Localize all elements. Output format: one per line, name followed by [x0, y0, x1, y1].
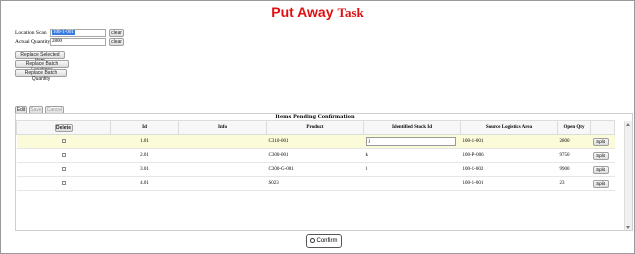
cell-info [178, 162, 267, 177]
row-checkbox-cell [16, 162, 111, 177]
actual-quantity-input[interactable]: 2800 [50, 38, 106, 46]
cell-product: S023 [266, 176, 364, 191]
grid-scrollbar[interactable] [624, 121, 632, 230]
cell-stock-id[interactable] [363, 176, 461, 191]
col-header-open-qty: Open Qty [557, 120, 591, 135]
page-title: Put Away Task [0, 4, 635, 22]
confirm-circle-icon [310, 237, 316, 243]
replace-batch-quantity-button[interactable]: Replace Batch Quantity [15, 69, 67, 82]
split-button[interactable]: Split [592, 151, 609, 160]
stock-id-input[interactable]: j [365, 137, 456, 146]
col-header-source-area: Source Logistics Area [460, 120, 558, 135]
cell-id: 3.01 [110, 162, 179, 177]
cell-source-area: 100-1-001 [460, 176, 558, 191]
actual-quantity-label: Actual Quantity [15, 39, 51, 45]
cell-info [178, 176, 267, 191]
cell-split: Split [590, 148, 615, 163]
replace-batch-locations-button[interactable]: Replace Batch Locations [15, 60, 69, 73]
cell-open-qty: 23 [557, 176, 591, 191]
confirm-label: Confirm [316, 238, 338, 244]
row-checkbox[interactable] [61, 166, 66, 171]
table-row[interactable]: 2.01 C300-001 k 100-P-006 9750 Split [16, 148, 615, 163]
split-button[interactable]: Split [592, 137, 609, 146]
cell-product: C300-001 [266, 148, 364, 163]
split-button[interactable]: Split [592, 179, 609, 188]
col-header-info: Info [178, 120, 267, 135]
table-row[interactable]: 3.01 C300-G-001 l 100-1-002 9900 Split [16, 162, 615, 177]
row-checkbox-cell [16, 134, 111, 149]
delete-header: Delete [16, 120, 111, 135]
col-header-split [590, 120, 615, 135]
cell-open-qty: 9900 [557, 162, 591, 177]
col-header-product: Product [266, 120, 364, 135]
cell-stock-id: j [363, 134, 461, 149]
cell-source-area: 100-1-002 [460, 162, 558, 177]
cell-source-area: 100-P-006 [460, 148, 558, 163]
cell-info [178, 134, 267, 149]
cell-open-qty: 2800 [557, 134, 591, 149]
cell-info [178, 148, 267, 163]
location-scan-label: Location Scan [15, 30, 47, 36]
cell-open-qty: 9750 [557, 148, 591, 163]
row-checkbox-cell [16, 148, 111, 163]
col-header-id: Id [110, 120, 179, 135]
cell-stock-id[interactable]: l [363, 162, 461, 177]
table-row[interactable]: 1.01 C310-001 j 100-1-001 2800 Split [16, 134, 615, 149]
clear-location-button[interactable]: clear [109, 29, 124, 37]
col-header-stock-id: Identified Stock Id [363, 120, 461, 135]
page-title-main: Put Away [271, 4, 334, 20]
cell-split: Split [590, 162, 615, 177]
scroll-down-icon[interactable] [626, 226, 630, 229]
items-grid: Delete Id Info Product Identified Stock … [16, 120, 615, 191]
split-button[interactable]: Split [592, 165, 609, 174]
grid-header-row: Delete Id Info Product Identified Stock … [16, 120, 615, 135]
page-title-task: Task [337, 5, 364, 20]
replace-selected-item-button[interactable]: Replace Selected Item [15, 51, 65, 64]
cell-product: C300-G-001 [266, 162, 364, 177]
confirm-button[interactable]: Confirm [306, 234, 342, 248]
cell-id: 1.01 [110, 134, 179, 149]
row-checkbox[interactable] [61, 180, 66, 185]
cell-stock-id[interactable]: k [363, 148, 461, 163]
row-checkbox[interactable] [61, 138, 66, 143]
row-checkbox-cell [16, 176, 111, 191]
location-scan-input[interactable]: 100-1-001 [50, 29, 106, 37]
clear-quantity-button[interactable]: clear [109, 38, 124, 46]
cell-id: 4.01 [110, 176, 179, 191]
table-row[interactable]: 4.01 S023 100-1-001 23 Split [16, 176, 615, 191]
cell-source-area: 100-1-001 [460, 134, 558, 149]
cell-split: Split [590, 176, 615, 191]
cell-id: 2.01 [110, 148, 179, 163]
cell-split: Split [590, 134, 615, 149]
scroll-up-icon[interactable] [626, 123, 630, 126]
cell-product: C310-001 [266, 134, 364, 149]
location-scan-value: 100-1-001 [52, 30, 75, 35]
delete-button[interactable]: Delete [54, 123, 73, 132]
row-checkbox[interactable] [61, 152, 66, 157]
